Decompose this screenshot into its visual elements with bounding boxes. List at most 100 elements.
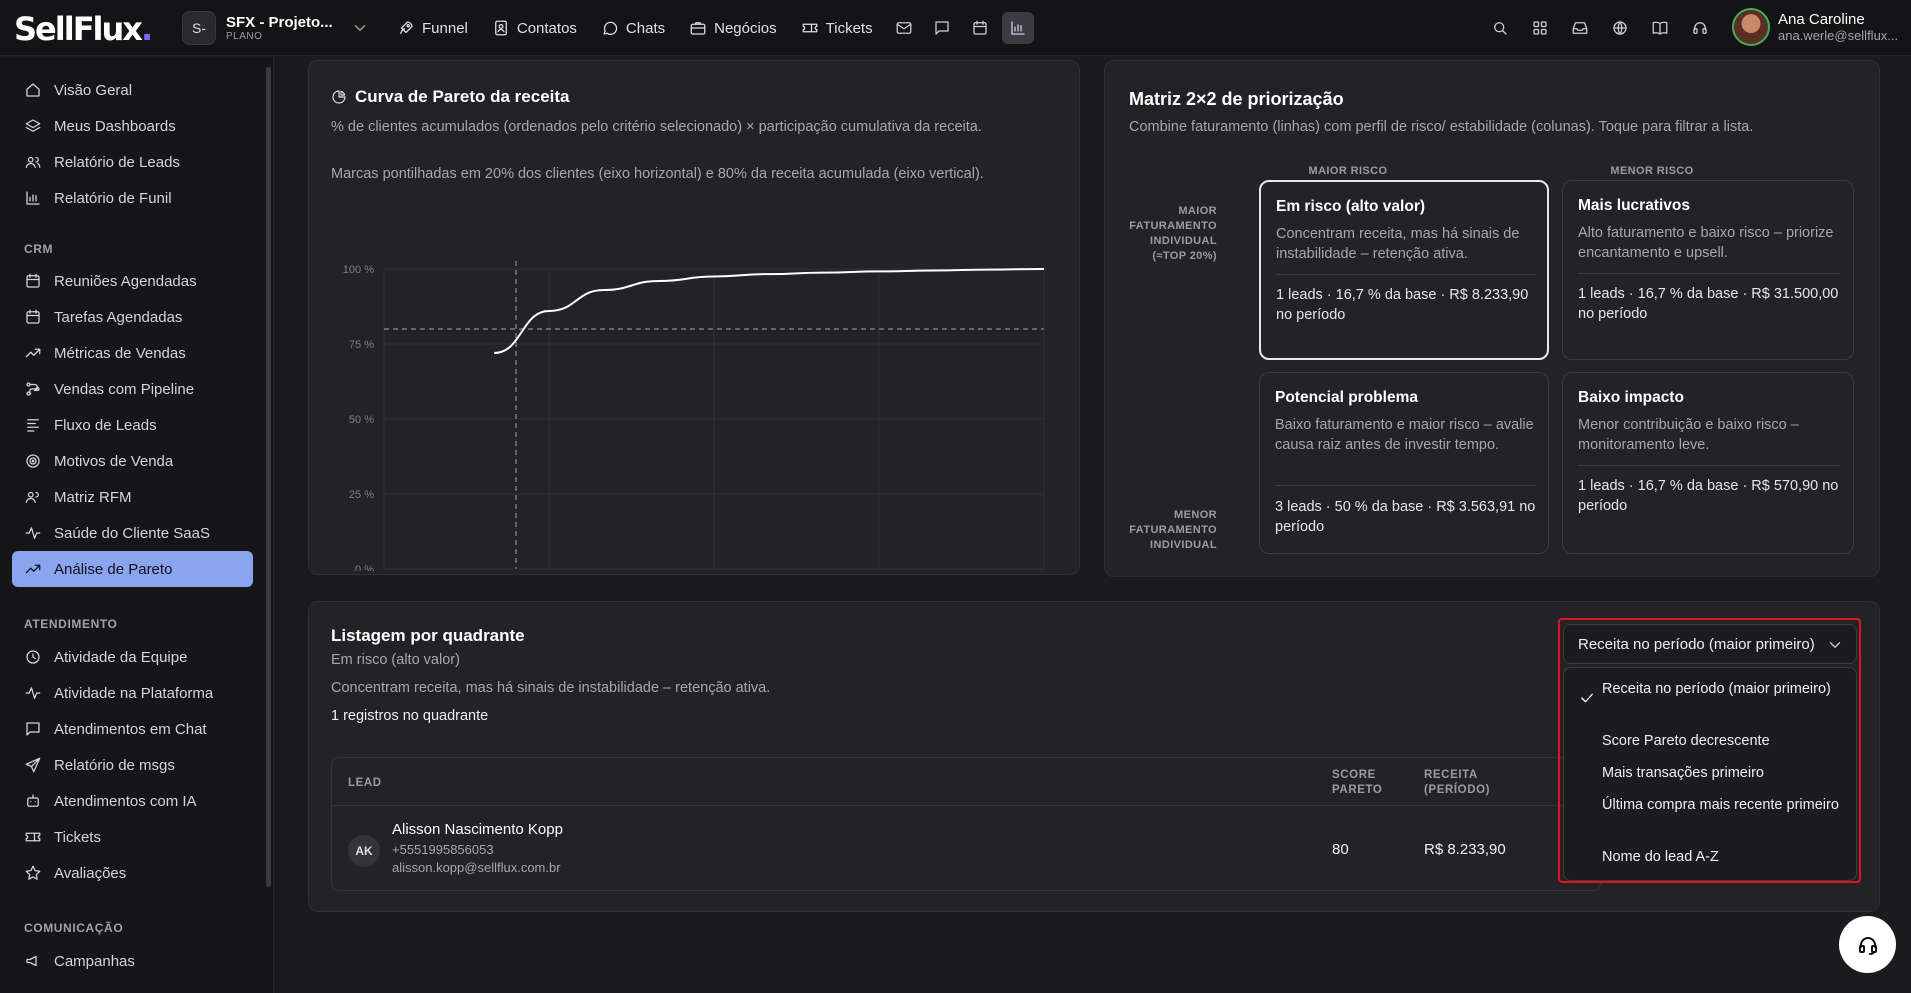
search-button[interactable]	[1484, 12, 1516, 44]
listing-title: Listagem por quadrante	[331, 626, 525, 645]
quadrant-em-risco[interactable]: Em risco (alto valor) Concentram receita…	[1259, 180, 1549, 360]
sidebar-item-relatorio-leads[interactable]: Relatório de Leads	[12, 144, 253, 180]
sidebar-item-avaliacoes[interactable]: Avaliações	[12, 855, 253, 891]
search-icon	[1491, 19, 1509, 37]
star-icon	[24, 864, 42, 882]
sort-option-receita[interactable]: Receita no período (maior primeiro)	[1602, 679, 1846, 699]
sidebar-item-matriz-rfm[interactable]: Matriz RFM	[12, 479, 253, 515]
sidebar-item-label: Matriz RFM	[54, 488, 132, 506]
listing-count: 1 registros no quadrante	[331, 708, 489, 724]
quadrant-potencial-problema[interactable]: Potencial problema Baixo faturamento e m…	[1259, 372, 1549, 554]
user-name: Ana Caroline	[1778, 11, 1865, 28]
quadrant-metric: 1 leads · 16,7 % da base · R$ 31.500,00 …	[1578, 286, 1839, 322]
sort-dropdown-menu: Receita no período (maior primeiro) Scor…	[1563, 667, 1857, 881]
sort-select[interactable]: Receita no período (maior primeiro)	[1563, 624, 1857, 664]
column-header-score[interactable]: SCORE PARETO	[1332, 768, 1392, 798]
nav-funnel[interactable]: Funnel	[388, 13, 477, 43]
robot-icon	[24, 792, 42, 810]
support-chat-button[interactable]	[1839, 916, 1896, 973]
sidebar-item-saude-cliente[interactable]: Saúde do Cliente SaaS	[12, 515, 253, 551]
sidebar-item-label: Tarefas Agendadas	[54, 308, 183, 326]
sidebar-item-atividade-equipe[interactable]: Atividade da Equipe	[12, 639, 253, 675]
sidebar-item-atividade-plataforma[interactable]: Atividade na Plataforma	[12, 675, 253, 711]
column-header-receita[interactable]: RECEITA (PERÍODO)	[1424, 768, 1504, 798]
inbox-icon	[1571, 19, 1589, 37]
message-icon	[933, 19, 951, 37]
column-header-lead[interactable]: LEAD	[348, 776, 382, 791]
inbox-button[interactable]	[1564, 12, 1596, 44]
sidebar-item-label: Métricas de Vendas	[54, 344, 186, 362]
headset-icon	[1691, 19, 1709, 37]
sort-option-ultima-compra[interactable]: Última compra mais recente primeiro	[1602, 795, 1846, 815]
reports-button[interactable]	[1001, 12, 1034, 44]
users-icon	[24, 153, 42, 171]
sidebar-item-campanhas[interactable]: Campanhas	[12, 943, 253, 979]
quadrant-title: Mais lucrativos	[1578, 197, 1690, 214]
sidebar-item-fluxo-leads[interactable]: Fluxo de Leads	[12, 407, 253, 443]
sidebar-scrollbar[interactable]	[266, 67, 271, 887]
sidebar-item-label: Meus Dashboards	[54, 117, 176, 135]
language-button[interactable]	[1604, 12, 1636, 44]
message-button[interactable]	[926, 12, 958, 44]
sidebar-item-metricas-vendas[interactable]: Métricas de Vendas	[12, 335, 253, 371]
mail-button[interactable]	[888, 12, 920, 44]
user-menu[interactable]: Ana Caroline ana.werle@sellflux...	[1732, 8, 1898, 46]
nav-chats[interactable]: Chats	[592, 13, 674, 43]
sidebar: Visão Geral Meus Dashboards Relatório de…	[0, 57, 274, 993]
main-nav: Funnel Contatos Chats Negócios Tickets	[388, 12, 1034, 44]
sidebar-item-label: Relatório de msgs	[54, 756, 175, 774]
nav-tickets[interactable]: Tickets	[792, 13, 882, 43]
sidebar-item-atendimentos-chat[interactable]: Atendimentos em Chat	[12, 711, 253, 747]
pareto-note: Marcas pontilhadas em 20% dos clientes (…	[331, 166, 984, 182]
pareto-curve-series	[494, 268, 1045, 354]
pie-chart-icon	[331, 89, 347, 105]
calendar-icon	[971, 19, 989, 37]
activity-icon	[24, 684, 42, 702]
project-switcher[interactable]: S- SFX - Projeto... PLANO	[182, 10, 369, 46]
sidebar-item-relatorio-msgs[interactable]: Relatório de msgs	[12, 747, 253, 783]
sidebar-section-comunicacao: COMUNICAÇÃO	[24, 921, 124, 935]
sidebar-item-motivos-venda[interactable]: Motivos de Venda	[12, 443, 253, 479]
nav-negocios[interactable]: Negócios	[680, 13, 786, 43]
apps-button[interactable]	[1524, 12, 1556, 44]
lead-receita: R$ 8.233,90	[1424, 841, 1506, 858]
sidebar-item-label: Motivos de Venda	[54, 452, 174, 470]
calendar-button[interactable]	[964, 12, 996, 44]
sellflux-logo[interactable]: SellFlux.	[14, 10, 153, 48]
megaphone-icon	[24, 952, 42, 970]
sidebar-item-reunioes[interactable]: Reuniões Agendadas	[12, 263, 253, 299]
quadrant-mais-lucrativos[interactable]: Mais lucrativos Alto faturamento e baixo…	[1562, 180, 1854, 360]
quadrant-title: Potencial problema	[1275, 389, 1418, 406]
calendar-icon	[24, 272, 42, 290]
sidebar-item-label: Atendimentos em Chat	[54, 720, 207, 738]
sidebar-item-analise-pareto[interactable]: Análise de Pareto	[12, 551, 253, 587]
support-button[interactable]	[1684, 12, 1716, 44]
sidebar-section-crm: CRM	[24, 242, 54, 256]
calendar-icon	[24, 308, 42, 326]
briefcase-icon	[689, 19, 707, 37]
utility-icons	[1484, 12, 1716, 44]
sidebar-item-label: Avaliações	[54, 864, 127, 882]
sort-option-transacoes[interactable]: Mais transações primeiro	[1602, 763, 1846, 783]
y-tick-label: 75 %	[349, 339, 374, 351]
pareto-chart: 0 %25 %50 %75 %100 %0 %25 %50 %75 %100 %	[343, 261, 1045, 571]
rocket-icon	[397, 19, 415, 37]
sidebar-item-meus-dashboards[interactable]: Meus Dashboards	[12, 108, 253, 144]
sidebar-item-vendas-pipeline[interactable]: Vendas com Pipeline	[12, 371, 253, 407]
sidebar-item-visao-geral[interactable]: Visão Geral	[12, 72, 253, 108]
home-icon	[24, 81, 42, 99]
docs-button[interactable]	[1644, 12, 1676, 44]
quadrant-baixo-impacto[interactable]: Baixo impacto Menor contribuição e baixo…	[1562, 372, 1854, 554]
top-bar: SellFlux. S- SFX - Projeto... PLANO Funn…	[0, 0, 1911, 56]
sort-option-score[interactable]: Score Pareto decrescente	[1602, 731, 1846, 751]
lead-name[interactable]: Alisson Nascimento Kopp	[392, 821, 563, 838]
nav-contatos[interactable]: Contatos	[483, 13, 586, 43]
sidebar-item-atendimentos-ia[interactable]: Atendimentos com IA	[12, 783, 253, 819]
sidebar-item-relatorio-funil[interactable]: Relatório de Funil	[12, 180, 253, 216]
sort-option-nome[interactable]: Nome do lead A-Z	[1602, 847, 1846, 867]
nav-contatos-label: Contatos	[516, 19, 577, 37]
column-label-low-risk: MENOR RISCO	[1610, 165, 1694, 177]
sidebar-item-tickets[interactable]: Tickets	[12, 819, 253, 855]
sidebar-item-label: Reuniões Agendadas	[54, 272, 197, 290]
sidebar-item-tarefas[interactable]: Tarefas Agendadas	[12, 299, 253, 335]
